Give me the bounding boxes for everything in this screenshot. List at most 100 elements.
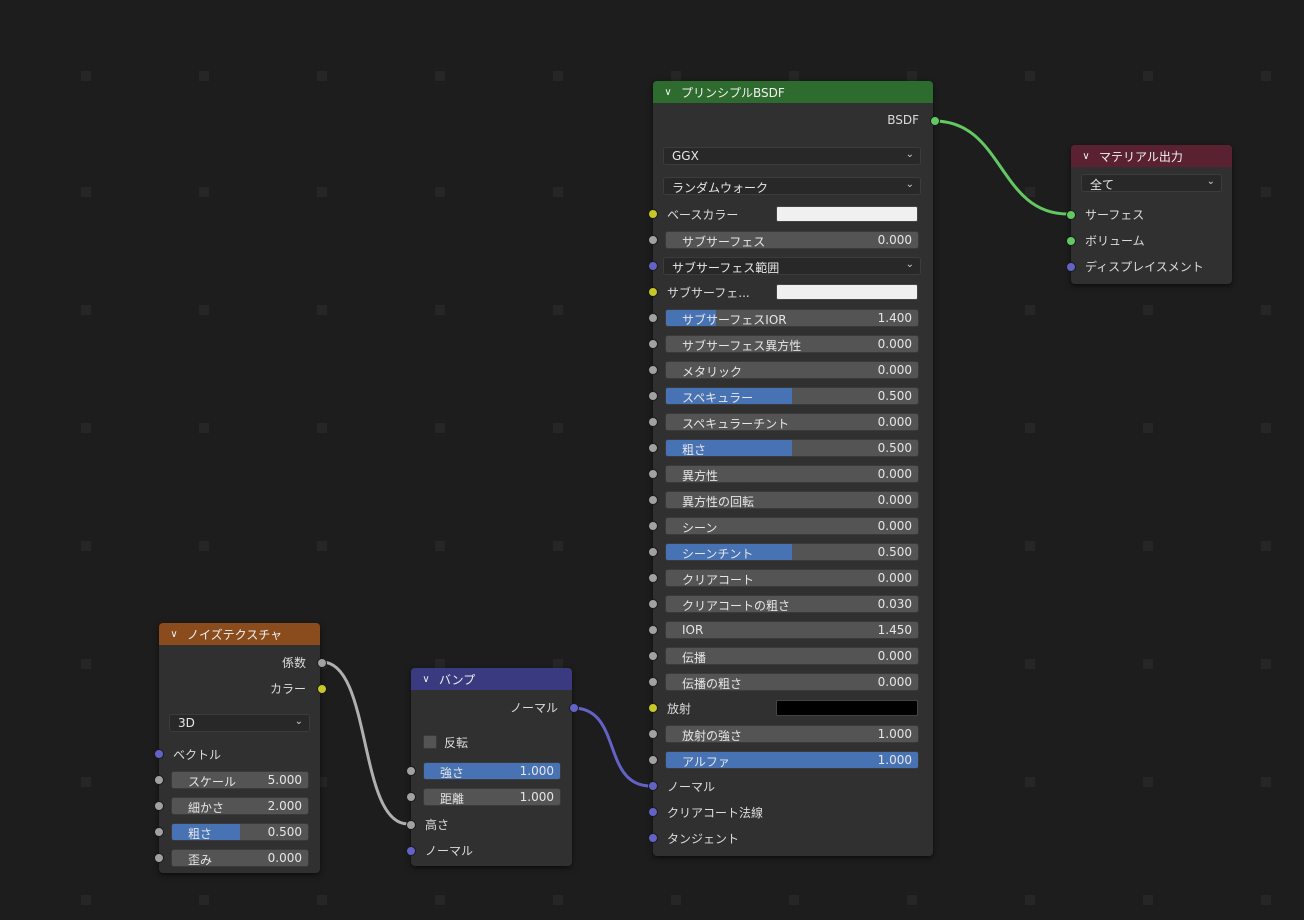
distribution-value: GGX — [672, 149, 699, 163]
input-socket-field[interactable] — [648, 443, 658, 453]
field-value: 0.000 — [267, 851, 302, 865]
emission-color-swatch[interactable] — [776, 700, 918, 716]
collapse-chevron-icon[interactable]: ∨ — [419, 674, 433, 685]
collapse-chevron-icon[interactable]: ∨ — [661, 87, 675, 98]
input-socket-subsurface-radius[interactable] — [648, 261, 658, 271]
input-socket-field[interactable] — [648, 625, 658, 635]
base-color-swatch[interactable] — [776, 206, 918, 222]
noise-texture-node[interactable]: ∨ ノイズテクスチャ 係数 カラー 3D ⌄ ベクトル スケール 5.000 細かさ… — [154, 623, 327, 873]
input-socket-subsurface[interactable] — [648, 235, 658, 245]
input-socket-surface[interactable] — [1066, 210, 1076, 220]
noise-texture-header[interactable]: ∨ ノイズテクスチャ — [159, 623, 320, 645]
grid-dot — [199, 187, 209, 197]
material-output-header[interactable]: ∨ マテリアル出力 — [1071, 145, 1232, 167]
input-socket-field[interactable] — [648, 417, 658, 427]
input-socket-tangent[interactable] — [648, 833, 658, 843]
output-label-normal: ノーマル — [509, 701, 558, 715]
input-socket-field[interactable] — [648, 573, 658, 583]
grid-dot — [81, 187, 91, 197]
grid-dot — [435, 71, 445, 81]
value-slider-field[interactable]: スペキュラー 0.500 — [665, 387, 919, 405]
value-slider-field[interactable]: 粗さ 0.500 — [171, 823, 309, 841]
principled-bsdf-header[interactable]: ∨ プリンシプルBSDF — [653, 81, 933, 103]
grid-dot — [199, 423, 209, 433]
output-socket-color[interactable] — [317, 684, 327, 694]
output-socket-normal[interactable] — [569, 703, 579, 713]
value-slider-field[interactable]: 異方性の回転 0.000 — [665, 491, 919, 509]
input-socket-field[interactable] — [406, 766, 416, 776]
invert-checkbox[interactable] — [423, 735, 437, 749]
subsurface-color-swatch[interactable] — [776, 284, 918, 300]
value-slider-field[interactable]: 距離 1.000 — [423, 788, 561, 806]
input-socket-field[interactable] — [154, 775, 164, 785]
value-slider-field[interactable]: 異方性 0.000 — [665, 465, 919, 483]
input-socket-field[interactable] — [648, 365, 658, 375]
input-socket-field[interactable] — [648, 651, 658, 661]
value-slider-field[interactable]: スケール 5.000 — [171, 771, 309, 789]
subsurface-radius-dropdown[interactable]: サブサーフェス範囲 ⌄ — [663, 257, 921, 275]
input-socket-field[interactable] — [648, 391, 658, 401]
principled-bsdf-node[interactable]: ∨ プリンシプルBSDF BSDF GGX ⌄ ランダムウォーク ⌄ ベースカラ… — [648, 81, 940, 856]
grid-dot — [553, 541, 563, 551]
input-socket-height[interactable] — [406, 820, 416, 830]
input-socket-field[interactable] — [648, 339, 658, 349]
value-slider-field[interactable]: シーンチント 0.500 — [665, 543, 919, 561]
emission-strength-field[interactable]: 放射の強さ 1.000 — [665, 725, 919, 743]
input-socket-field[interactable] — [648, 313, 658, 323]
output-socket-fac[interactable] — [317, 658, 327, 668]
input-socket-clearcoat-normal[interactable] — [648, 807, 658, 817]
input-socket-field[interactable] — [648, 547, 658, 557]
input-socket-field[interactable] — [648, 521, 658, 531]
input-socket-field[interactable] — [648, 599, 658, 609]
input-socket-field[interactable] — [648, 495, 658, 505]
bump-header[interactable]: ∨ バンプ — [411, 668, 572, 690]
input-socket-emission-strength[interactable] — [648, 729, 658, 739]
value-slider-field[interactable]: IOR 1.450 — [665, 621, 919, 639]
distribution-dropdown[interactable]: GGX ⌄ — [663, 147, 921, 165]
input-socket-normal[interactable] — [648, 781, 658, 791]
collapse-chevron-icon[interactable]: ∨ — [1079, 151, 1093, 162]
output-label-color: カラー — [269, 682, 306, 696]
input-socket-alpha[interactable] — [648, 755, 658, 765]
field-value: 0.000 — [877, 571, 912, 585]
target-dropdown[interactable]: 全て ⌄ — [1081, 174, 1222, 192]
collapse-chevron-icon[interactable]: ∨ — [167, 629, 181, 640]
input-socket-displacement[interactable] — [1066, 262, 1076, 272]
grid-dot — [317, 541, 327, 551]
input-socket-vector[interactable] — [154, 749, 164, 759]
input-socket-base-color[interactable] — [648, 209, 658, 219]
vector-label: ベクトル — [173, 748, 222, 762]
value-slider-field[interactable]: サブサーフェス異方性 0.000 — [665, 335, 919, 353]
value-slider-field[interactable]: 伝播 0.000 — [665, 647, 919, 665]
input-socket-subsurface-color[interactable] — [648, 287, 658, 297]
value-slider-field[interactable]: 粗さ 0.500 — [665, 439, 919, 457]
input-socket-bump-normal[interactable] — [406, 846, 416, 856]
subsurface-method-dropdown[interactable]: ランダムウォーク ⌄ — [663, 177, 921, 195]
input-socket-field[interactable] — [406, 792, 416, 802]
subsurface-field[interactable]: サブサーフェス 0.000 — [665, 231, 919, 249]
value-slider-field[interactable]: 伝播の粗さ 0.000 — [665, 673, 919, 691]
dimensions-dropdown[interactable]: 3D ⌄ — [169, 714, 310, 732]
grid-dot — [1261, 541, 1271, 551]
grid-dot — [789, 71, 799, 81]
value-slider-field[interactable]: スペキュラーチント 0.000 — [665, 413, 919, 431]
input-socket-field[interactable] — [154, 801, 164, 811]
material-output-node[interactable]: ∨ マテリアル出力 全て ⌄ サーフェス ボリューム ディスプレイスメント — [1066, 145, 1232, 284]
input-socket-volume[interactable] — [1066, 236, 1076, 246]
value-slider-field[interactable]: クリアコートの粗さ 0.030 — [665, 595, 919, 613]
value-slider-field[interactable]: 歪み 0.000 — [171, 849, 309, 867]
value-slider-field[interactable]: サブサーフェスIOR 1.400 — [665, 309, 919, 327]
input-socket-field[interactable] — [154, 827, 164, 837]
input-socket-field[interactable] — [648, 677, 658, 687]
output-socket-bsdf[interactable] — [930, 116, 940, 126]
value-slider-field[interactable]: 強さ 1.000 — [423, 762, 561, 780]
input-socket-field[interactable] — [648, 469, 658, 479]
value-slider-field[interactable]: クリアコート 0.000 — [665, 569, 919, 587]
input-socket-emission[interactable] — [648, 703, 658, 713]
value-slider-field[interactable]: シーン 0.000 — [665, 517, 919, 535]
bump-node[interactable]: ∨ バンプ ノーマル 反転 強さ 1.000 距離 1.000 高さ ノーマル — [406, 668, 579, 866]
value-slider-field[interactable]: 細かさ 2.000 — [171, 797, 309, 815]
input-socket-field[interactable] — [154, 853, 164, 863]
alpha-field[interactable]: アルファ 1.000 — [665, 751, 919, 769]
value-slider-field[interactable]: メタリック 0.000 — [665, 361, 919, 379]
